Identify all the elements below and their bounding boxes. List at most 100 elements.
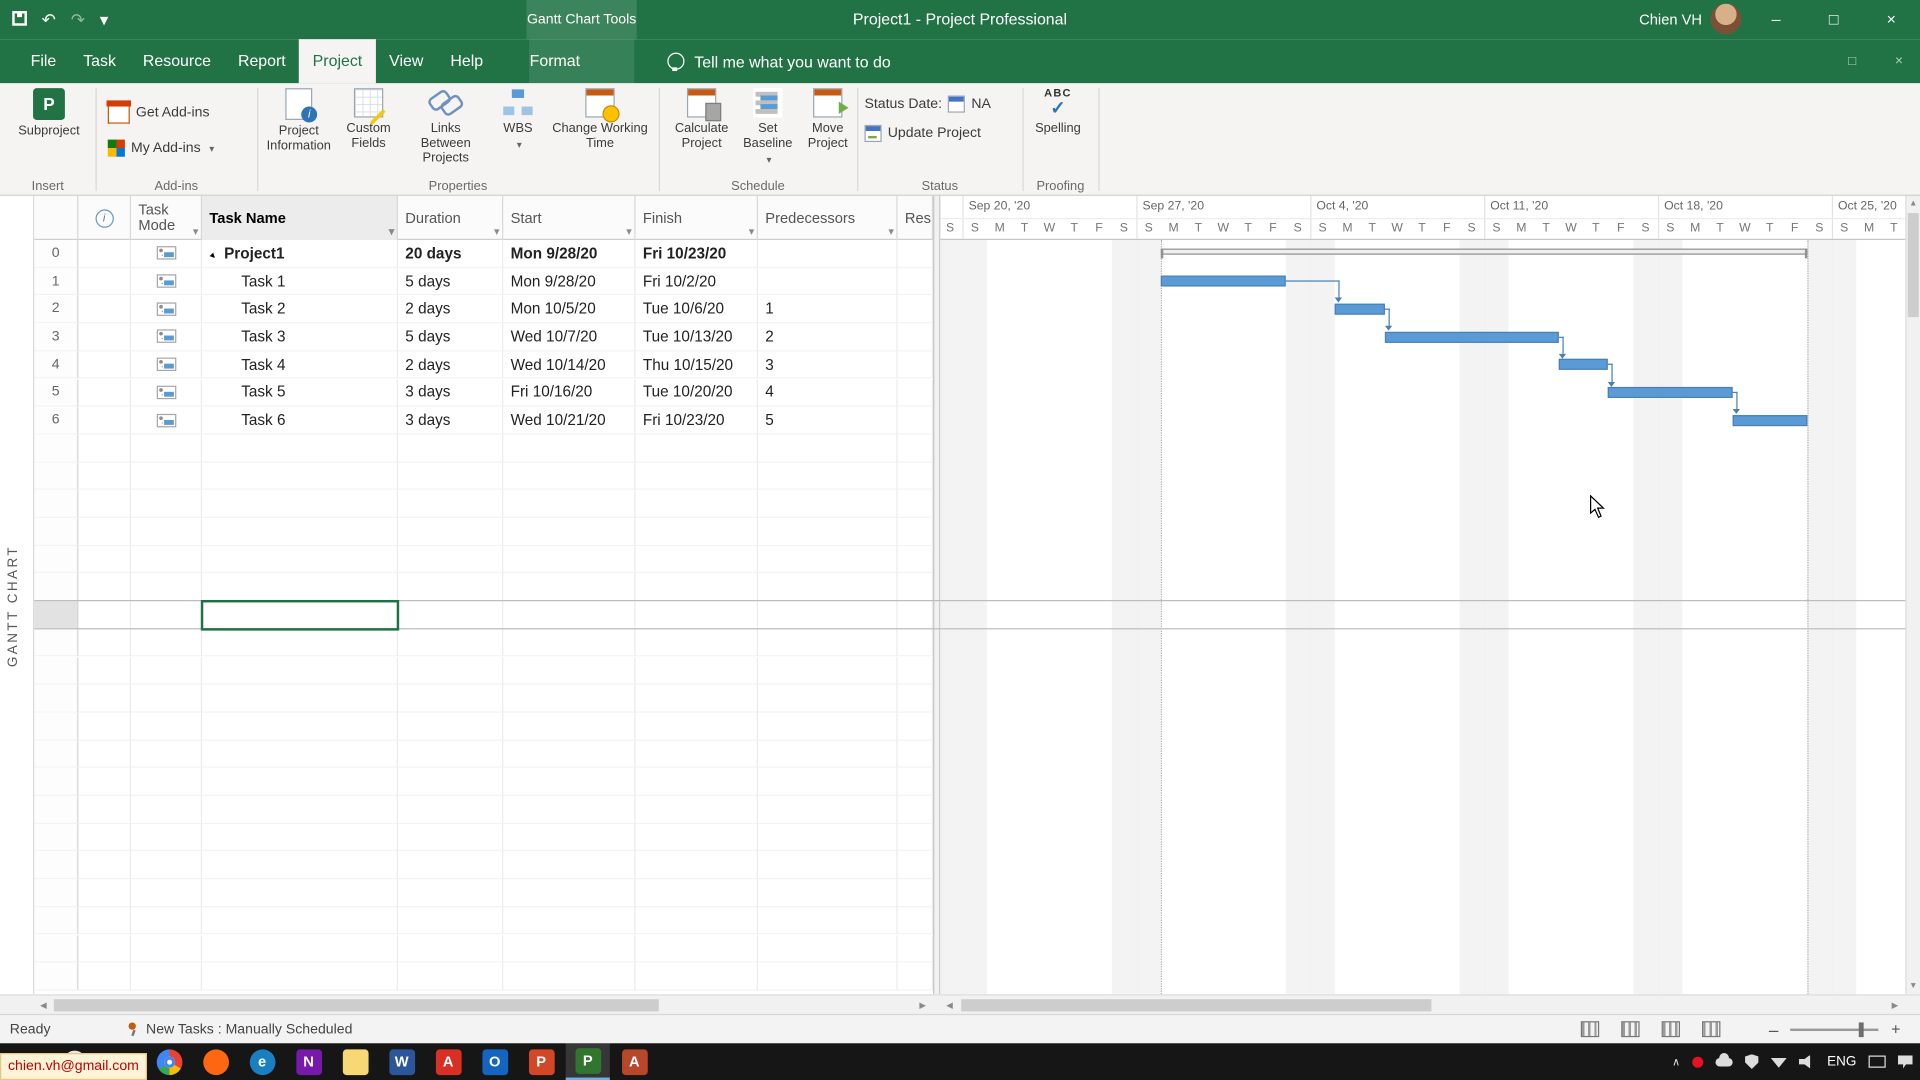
start-cell[interactable] [503, 546, 635, 574]
duration-cell[interactable] [398, 935, 503, 963]
task-name-cell[interactable]: Task 3 [202, 323, 398, 351]
resources-cell[interactable] [898, 935, 934, 963]
start-column-header[interactable]: Start [503, 196, 635, 240]
table-row[interactable] [34, 601, 933, 629]
resources-cell[interactable] [898, 546, 934, 574]
indicator-column-header[interactable] [78, 196, 131, 240]
taskbar-app-powerpoint[interactable]: P [519, 1043, 563, 1080]
task-name-cell[interactable] [202, 963, 398, 991]
row-number-cell[interactable] [34, 685, 78, 713]
finish-cell[interactable] [636, 824, 758, 852]
change-working-time-button[interactable]: Change Working Time [549, 88, 652, 151]
indicator-cell[interactable] [78, 351, 131, 379]
duration-cell[interactable] [398, 796, 503, 824]
indicator-cell[interactable] [78, 657, 131, 685]
start-cell[interactable]: Mon 9/28/20 [503, 268, 635, 296]
summary-bar[interactable] [1161, 249, 1807, 255]
indicator-cell[interactable] [78, 851, 131, 879]
table-row[interactable] [34, 824, 933, 852]
resources-cell[interactable] [898, 963, 934, 991]
wbs-button[interactable]: WBS [490, 88, 546, 151]
indicator-cell[interactable] [78, 462, 131, 490]
duration-cell[interactable] [398, 657, 503, 685]
table-row[interactable]: 5Task 53 daysFri 10/16/20Tue 10/20/204 [34, 379, 933, 407]
duration-cell[interactable] [398, 879, 503, 907]
indicator-cell[interactable] [78, 379, 131, 407]
table-scroll-right-button[interactable]: ▶ [915, 997, 931, 1014]
table-hscroll-thumb[interactable] [54, 999, 659, 1011]
predecessors-cell[interactable] [758, 685, 898, 713]
resources-cell[interactable] [898, 657, 934, 685]
table-row[interactable] [34, 768, 933, 796]
predecessors-cell[interactable] [758, 740, 898, 768]
gantt-chart-area[interactable] [940, 240, 1905, 994]
row-number-cell[interactable]: 3 [34, 323, 78, 351]
task-name-cell[interactable] [202, 629, 398, 657]
table-row[interactable] [34, 462, 933, 490]
row-number-cell[interactable] [34, 546, 78, 574]
start-cell[interactable] [503, 435, 635, 463]
row-number-cell[interactable] [34, 490, 78, 518]
tab-task[interactable]: Task [70, 39, 130, 83]
finish-cell[interactable] [636, 685, 758, 713]
tab-resource[interactable]: Resource [129, 39, 224, 83]
task-name-cell[interactable] [202, 935, 398, 963]
task-name-cell[interactable] [202, 574, 398, 602]
duration-cell[interactable] [398, 907, 503, 935]
filter-icon[interactable] [742, 224, 754, 239]
task-mode-cell[interactable] [131, 824, 202, 852]
zoom-in-icon[interactable]: + [1891, 1020, 1900, 1038]
duration-column-header[interactable]: Duration [398, 196, 503, 240]
start-cell[interactable] [503, 574, 635, 602]
start-cell[interactable]: Fri 10/16/20 [503, 379, 635, 407]
row-number-cell[interactable] [34, 768, 78, 796]
table-row[interactable] [34, 713, 933, 741]
start-cell[interactable] [503, 629, 635, 657]
move-project-button[interactable]: Move Project [801, 88, 855, 151]
predecessors-cell[interactable] [758, 518, 898, 546]
taskbar-app-word[interactable]: W [380, 1043, 424, 1080]
taskbar-app-edge[interactable]: e [240, 1043, 284, 1080]
start-cell[interactable] [503, 907, 635, 935]
task-name-cell[interactable]: Task 4 [202, 351, 398, 379]
duration-cell[interactable] [398, 963, 503, 991]
predecessors-cell[interactable]: 3 [758, 351, 898, 379]
resources-cell[interactable] [898, 851, 934, 879]
task-bar[interactable] [1385, 331, 1559, 342]
custom-fields-button[interactable]: Custom Fields [336, 88, 402, 151]
table-row[interactable] [34, 796, 933, 824]
task-mode-cell[interactable] [131, 268, 202, 296]
finish-cell[interactable]: Tue 10/6/20 [636, 296, 758, 324]
predecessors-cell[interactable] [758, 935, 898, 963]
table-scroll-left-button[interactable]: ◀ [36, 997, 52, 1014]
indicator-cell[interactable] [78, 740, 131, 768]
table-row[interactable] [34, 490, 933, 518]
task-mode-cell[interactable] [131, 240, 202, 268]
finish-cell[interactable] [636, 462, 758, 490]
resources-cell[interactable] [898, 768, 934, 796]
duration-cell[interactable] [398, 768, 503, 796]
row-number-cell[interactable] [34, 601, 78, 629]
subproject-button[interactable]: Subproject [15, 88, 84, 138]
finish-cell[interactable] [636, 963, 758, 991]
row-number-cell[interactable] [34, 574, 78, 602]
task-mode-cell[interactable] [131, 713, 202, 741]
vertical-scrollbar[interactable]: ▲ ▼ [1905, 196, 1920, 994]
finish-cell[interactable]: Tue 10/20/20 [636, 379, 758, 407]
indicator-cell[interactable] [78, 435, 131, 463]
row-number-cell[interactable]: 6 [34, 407, 78, 435]
onedrive-icon[interactable] [1716, 1057, 1733, 1066]
row-number-cell[interactable] [34, 796, 78, 824]
row-number-cell[interactable] [34, 824, 78, 852]
finish-cell[interactable] [636, 601, 758, 629]
set-baseline-button[interactable]: Set Baseline [737, 88, 798, 166]
start-cell[interactable]: Mon 10/5/20 [503, 296, 635, 324]
customize-quick-access-icon[interactable]: ▾ [100, 5, 109, 34]
task-name-column-header[interactable]: Task Name [202, 196, 398, 240]
finish-cell[interactable] [636, 713, 758, 741]
task-name-cell[interactable] [202, 490, 398, 518]
my-addins-button[interactable]: My Add-ins [108, 140, 214, 157]
task-mode-cell[interactable] [131, 407, 202, 435]
duration-cell[interactable] [398, 435, 503, 463]
indicator-cell[interactable] [78, 546, 131, 574]
